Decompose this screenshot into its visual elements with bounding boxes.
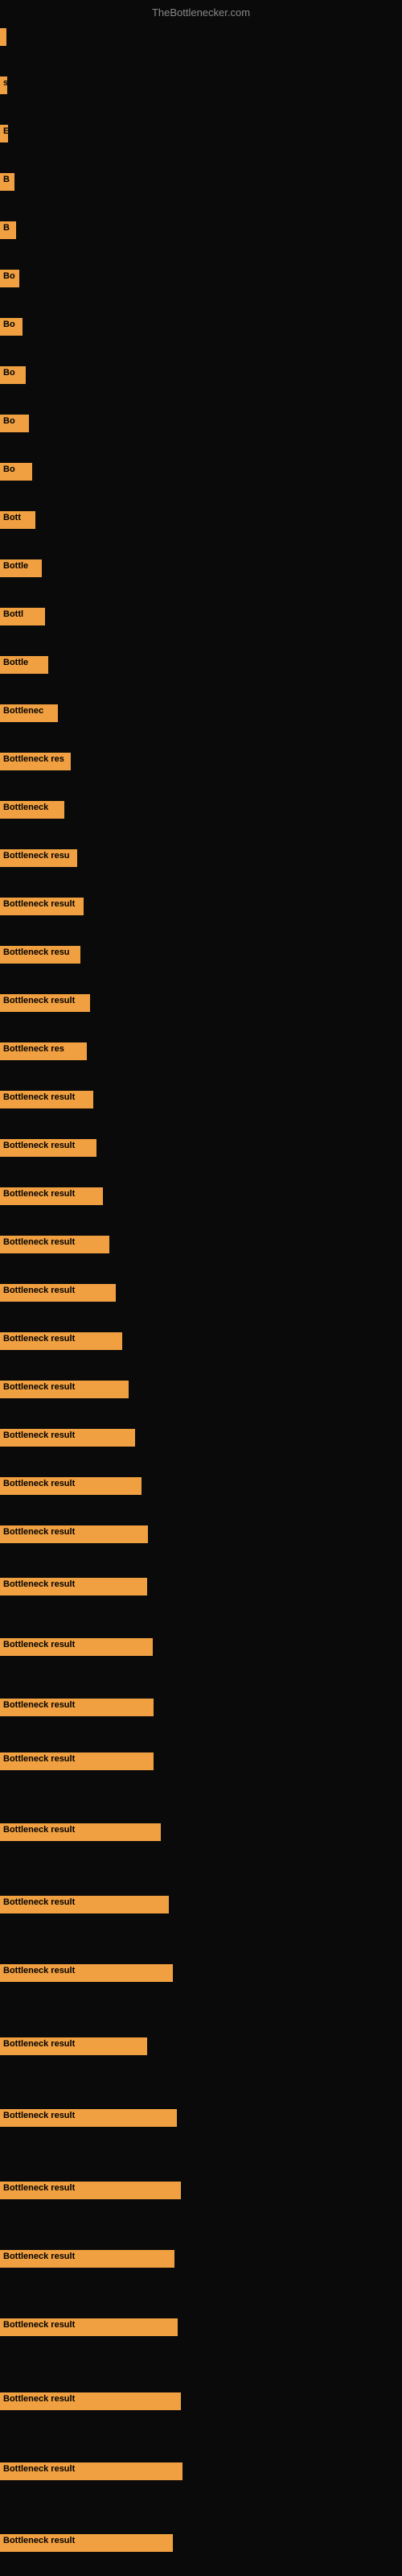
bar-row: Bottle	[0, 559, 42, 581]
bar-row: Bottleneck result	[0, 1578, 147, 1600]
bar-row: Bottleneck result	[0, 1332, 122, 1354]
bar-row: Bottleneck result	[0, 1284, 116, 1306]
bar-row	[0, 28, 6, 50]
bar-label	[0, 28, 6, 46]
bar-label: Bottleneck result	[0, 2534, 173, 2552]
bar-row: Bottleneck result	[0, 1477, 142, 1499]
bar-row: Bottleneck result	[0, 2534, 173, 2556]
bar-row: Bottleneck result	[0, 1896, 169, 1918]
bar-label: Bott	[0, 511, 35, 529]
bar-label: Bottleneck result	[0, 994, 90, 1012]
bar-label: Bottleneck result	[0, 1187, 103, 1205]
bar-label: Bottleneck result	[0, 1284, 116, 1302]
bar-label: Bo	[0, 463, 32, 481]
bar-label: Bottlenec	[0, 704, 58, 722]
bar-row: Bottleneck result	[0, 1638, 153, 1660]
bar-label: Bottleneck result	[0, 1477, 142, 1495]
bar-row: Bottleneck result	[0, 1381, 129, 1402]
bar-row: Bottle	[0, 656, 48, 678]
bar-row: Bottleneck result	[0, 2250, 174, 2272]
bar-label: s	[0, 76, 7, 94]
bar-label: Bo	[0, 366, 26, 384]
bar-row: Bottleneck result	[0, 1525, 148, 1547]
bar-label: Bottl	[0, 608, 45, 625]
bar-row: s	[0, 76, 7, 98]
bar-row: Bottleneck result	[0, 2462, 183, 2484]
bar-label: Bo	[0, 270, 19, 287]
bar-label: Bottle	[0, 656, 48, 674]
bar-row: Bottleneck result	[0, 2109, 177, 2131]
bar-row: B	[0, 173, 14, 195]
bar-row: Bott	[0, 511, 35, 533]
bar-row: Bottleneck result	[0, 1091, 93, 1113]
bar-row: Bo	[0, 270, 19, 291]
bar-row: Bottleneck result	[0, 994, 90, 1016]
bar-row: Bottleneck result	[0, 1139, 96, 1161]
bar-row: Bottleneck result	[0, 898, 84, 919]
bar-row: Bottleneck res	[0, 1042, 87, 1064]
bar-row: Bottleneck result	[0, 1699, 154, 1720]
bar-label: Bottleneck result	[0, 1139, 96, 1157]
bar-label: Bottleneck result	[0, 1578, 147, 1596]
bar-label: Bottleneck result	[0, 1091, 93, 1108]
bar-label: Bottleneck result	[0, 1381, 129, 1398]
bar-row: Bottleneck result	[0, 1236, 109, 1257]
bar-row: E	[0, 125, 8, 147]
bar-label: B	[0, 221, 16, 239]
bar-label: Bottleneck res	[0, 1042, 87, 1060]
bar-row: Bottleneck result	[0, 2182, 181, 2203]
bar-row: Bottleneck resu	[0, 849, 77, 871]
bar-label: E	[0, 125, 8, 142]
bar-label: Bottleneck result	[0, 1332, 122, 1350]
bar-label: Bottleneck result	[0, 2392, 181, 2410]
bar-row: Bottleneck result	[0, 1964, 173, 1986]
bar-row: Bo	[0, 366, 26, 388]
bar-label: Bottleneck result	[0, 1525, 148, 1543]
bar-label: Bottle	[0, 559, 42, 577]
bar-row: Bo	[0, 318, 23, 340]
bar-label: Bottleneck	[0, 801, 64, 819]
bar-row: Bottleneck res	[0, 753, 71, 774]
bar-label: Bottleneck resu	[0, 946, 80, 964]
bar-row: Bottleneck result	[0, 1429, 135, 1451]
bar-label: Bottleneck result	[0, 1236, 109, 1253]
bar-row: Bottl	[0, 608, 45, 630]
bar-row: Bottleneck result	[0, 2318, 178, 2340]
bar-label: Bottleneck result	[0, 1823, 161, 1841]
bar-row: Bottleneck	[0, 801, 64, 823]
bar-label: Bottleneck result	[0, 1638, 153, 1656]
bar-row: Bottleneck result	[0, 2037, 147, 2059]
site-title: TheBottlenecker.com	[152, 6, 250, 19]
bar-label: B	[0, 173, 14, 191]
bar-label: Bottleneck result	[0, 2318, 178, 2336]
bar-row: Bo	[0, 463, 32, 485]
bar-label: Bo	[0, 318, 23, 336]
bar-row: B	[0, 221, 16, 243]
bar-row: Bottleneck result	[0, 1823, 161, 1845]
bar-label: Bottleneck resu	[0, 849, 77, 867]
bar-row: Bottleneck resu	[0, 946, 80, 968]
bar-label: Bottleneck result	[0, 2037, 147, 2055]
bar-row: Bottleneck result	[0, 2392, 181, 2414]
bar-label: Bottleneck result	[0, 1964, 173, 1982]
bar-label: Bottleneck result	[0, 2250, 174, 2268]
bar-row: Bottlenec	[0, 704, 58, 726]
bar-label: Bottleneck result	[0, 1896, 169, 1913]
bar-row: Bottleneck result	[0, 1752, 154, 1774]
bar-label: Bo	[0, 415, 29, 432]
bar-label: Bottleneck result	[0, 2109, 177, 2127]
bar-row: Bo	[0, 415, 29, 436]
bar-label: Bottleneck result	[0, 1752, 154, 1770]
bar-label: Bottleneck res	[0, 753, 71, 770]
bar-label: Bottleneck result	[0, 1429, 135, 1447]
bar-label: Bottleneck result	[0, 898, 84, 915]
bar-row: Bottleneck result	[0, 1187, 103, 1209]
bar-label: Bottleneck result	[0, 2182, 181, 2199]
bar-label: Bottleneck result	[0, 1699, 154, 1716]
bar-label: Bottleneck result	[0, 2462, 183, 2480]
